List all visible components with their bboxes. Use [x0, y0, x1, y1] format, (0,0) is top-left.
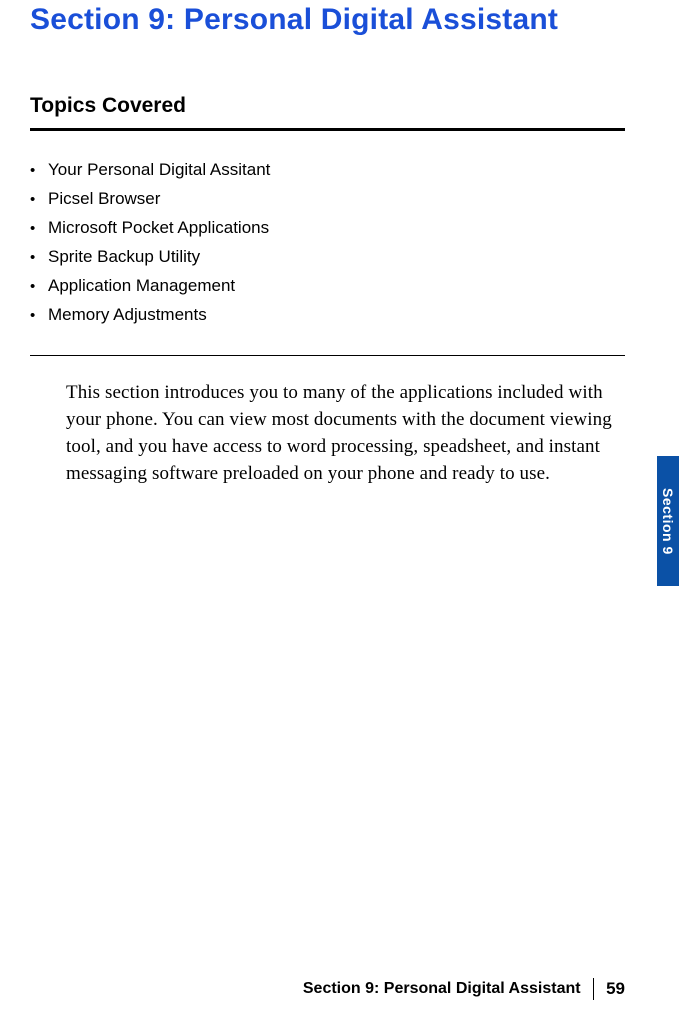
footer-section-title: Section 9: Personal Digital Assistant — [303, 980, 581, 998]
footer-divider — [593, 978, 595, 1000]
topics-rule-bottom — [30, 355, 625, 356]
topics-covered-heading: Topics Covered — [30, 94, 625, 118]
topics-rule-top — [30, 128, 625, 131]
list-item: Application Management — [30, 271, 625, 300]
footer-page-number: 59 — [606, 979, 625, 999]
list-item: Memory Adjustments — [30, 300, 625, 329]
section-title: Section 9: Personal Digital Assistant — [30, 0, 625, 38]
list-item: Sprite Backup Utility — [30, 242, 625, 271]
body-paragraph: This section introduces you to many of t… — [66, 380, 619, 488]
side-tab-section-9: Section 9 — [657, 456, 679, 586]
topics-list: Your Personal Digital Assitant Picsel Br… — [30, 155, 625, 329]
list-item: Microsoft Pocket Applications — [30, 213, 625, 242]
list-item: Your Personal Digital Assitant — [30, 155, 625, 184]
page-footer: Section 9: Personal Digital Assistant 59 — [303, 978, 625, 1000]
list-item: Picsel Browser — [30, 184, 625, 213]
